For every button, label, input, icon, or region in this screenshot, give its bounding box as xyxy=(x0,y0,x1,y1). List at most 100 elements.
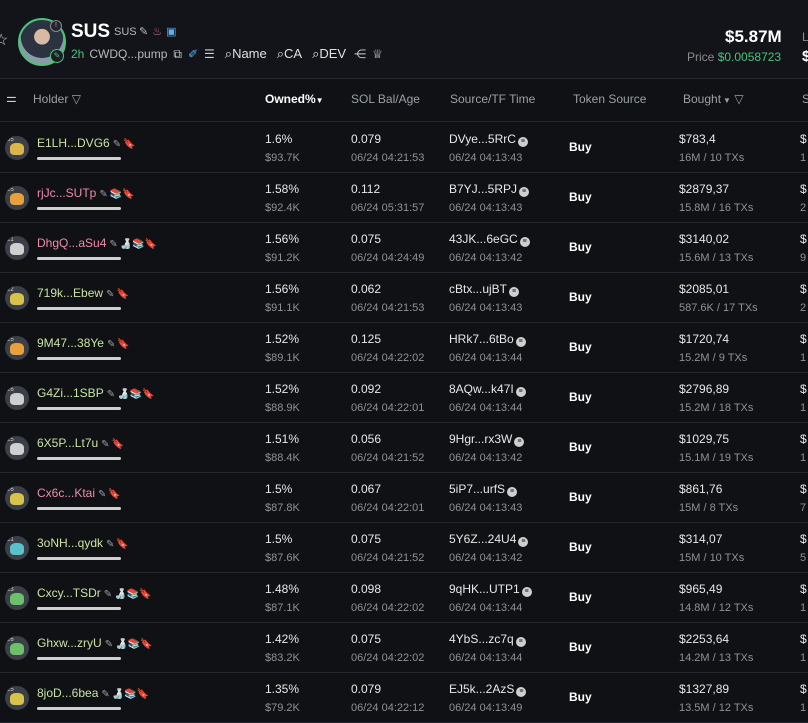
bought-amount: 587.6K / 17 TXs xyxy=(679,302,758,314)
search-dev-button[interactable]: ⌕DEV xyxy=(312,46,346,61)
table-row[interactable]: 21 DhgQ...aSu4 ✎ 🍶📚🔖 1.56% $91.2K 0.075 06/24 0… xyxy=(0,222,808,273)
holder-address[interactable]: G4Zi...1SBP ✎ 🍶📚🔖 xyxy=(37,386,154,400)
edit-icon[interactable]: ✎ xyxy=(106,539,114,550)
holder-address[interactable]: Cx6c...Ktai ✎ 🔖 xyxy=(37,486,121,500)
funding-source[interactable]: DVye...5RrC ≡ xyxy=(449,132,528,147)
funding-source-address: 9qHK...UTP1 xyxy=(449,582,520,596)
settings-sliders-icon[interactable]: ⚌ xyxy=(6,91,17,105)
source-column-header[interactable]: Source/TF Time xyxy=(450,92,535,106)
table-row[interactable]: 25 6X5P...Lt7u ✎ 🔖 1.51% $88.4K 0.056 06/24 04:… xyxy=(0,422,808,473)
contract-address[interactable]: CWDQ...pump xyxy=(89,47,167,61)
holder-address[interactable]: 6X5P...Lt7u ✎ 🔖 xyxy=(37,436,124,450)
table-row[interactable]: 26 G4Zi...1SBP ✎ 🍶📚🔖 1.52% $88.9K 0.092 06/24 0… xyxy=(0,372,808,423)
holder-address[interactable]: Ghxw...zryU ✎ 🍶📚🔖 xyxy=(37,636,152,650)
holder-tags-icon: 🔖 xyxy=(123,139,136,150)
pump-icon[interactable]: ✐ xyxy=(188,47,198,61)
rank-badge: 25 xyxy=(7,687,14,693)
edit-icon[interactable]: ✎ xyxy=(98,489,106,500)
table-row[interactable]: 25 rjJc...SUTp ✎ 📚🔖 1.58% $92.4K 0.112 06/24 05… xyxy=(0,172,808,223)
table-row[interactable]: 26 Ghxw...zryU ✎ 🍶📚🔖 1.42% $83.2K 0.075 06/24 0… xyxy=(0,622,808,673)
edit-icon[interactable]: ✎ xyxy=(101,439,109,450)
holder-avatar[interactable]: 26 xyxy=(5,636,29,660)
copy-icon[interactable]: ⧉ xyxy=(173,47,182,62)
table-row[interactable]: 26 Cx6c...Ktai ✎ 🔖 1.5% $87.8K 0.067 06/24 04:2… xyxy=(0,472,808,523)
price-value: $0.0058723 xyxy=(717,50,782,64)
share-icon[interactable]: ⋲ xyxy=(354,47,366,61)
owned-usd: $87.1K xyxy=(265,602,300,614)
holder-avatar[interactable]: 23 xyxy=(5,586,29,610)
bought-amount: 14.2M / 13 TXs xyxy=(679,652,754,664)
funding-source[interactable]: 5Y6Z...24U4 ≡ xyxy=(449,532,529,547)
menu-coin-icon[interactable]: ☰ xyxy=(204,47,215,61)
search-name-button[interactable]: ⌕Name xyxy=(225,46,267,61)
edit-icon[interactable]: ✎ xyxy=(104,589,112,600)
holder-address[interactable]: Cxcy...TSDr ✎ 🍶📚🔖 xyxy=(37,586,152,600)
holder-address[interactable]: rjJc...SUTp ✎ 📚🔖 xyxy=(37,186,135,200)
funding-source[interactable]: 9qHK...UTP1 ≡ xyxy=(449,582,532,597)
holder-avatar[interactable]: 25 xyxy=(5,686,29,710)
funding-source[interactable]: 43JK...6eGC ≡ xyxy=(449,232,530,247)
funding-source[interactable]: B7YJ...5RPJ ≡ xyxy=(449,182,530,197)
table-row[interactable]: 22 719k...Ebew ✎ 🔖 1.56% $91.1K 0.062 06/24 04:… xyxy=(0,272,808,323)
crown-icon[interactable]: ♕ xyxy=(372,47,383,61)
funding-source[interactable]: HRk7...6tBo ≡ xyxy=(449,332,526,347)
filter-icon[interactable]: ▽ xyxy=(72,92,81,106)
search-ca-button[interactable]: ⌕CA xyxy=(277,46,302,61)
holder-avatar[interactable]: 21 xyxy=(5,536,29,560)
table-row[interactable]: 23 Cxcy...TSDr ✎ 🍶📚🔖 1.48% $87.1K 0.098 06/24 0… xyxy=(0,572,808,623)
filter-icon[interactable]: ▽ xyxy=(734,92,743,106)
holder-address[interactable]: 8joD...6bea ✎ 🍶📚🔖 xyxy=(37,686,149,700)
holder-address[interactable]: 3oNH...qydk ✎ 🔖 xyxy=(37,536,129,550)
holder-address[interactable]: 719k...Ebew ✎ 🔖 xyxy=(37,286,129,300)
holder-column-header[interactable]: Holder ▽ xyxy=(33,92,81,106)
edit-icon[interactable]: ✎ xyxy=(107,339,115,350)
token-source-column-header[interactable]: Token Source xyxy=(573,92,646,106)
table-row[interactable]: 25 9M47...38Ye ✎ 🔖 1.52% $89.1K 0.125 06/24 04:… xyxy=(0,322,808,373)
owned-percent: 1.48% xyxy=(265,582,300,596)
table-header: ⚌ Holder ▽ Owned%▼ SOL Bal/Age Source/TF… xyxy=(0,79,808,122)
funding-time: 06/24 04:13:42 xyxy=(449,552,523,564)
funding-source[interactable]: EJ5k...2AzS ≡ xyxy=(449,682,527,697)
edit-icon[interactable]: ✎ xyxy=(99,189,107,200)
funding-source[interactable]: 8AQw...k47I ≡ xyxy=(449,382,526,397)
table-row[interactable]: 21 3oNH...qydk ✎ 🔖 1.5% $87.6K 0.075 06/24 04:2… xyxy=(0,522,808,573)
edit-icon[interactable]: ✎ xyxy=(105,639,113,650)
holder-avatar[interactable]: 22 xyxy=(5,286,29,310)
edit-icon[interactable]: ✎ xyxy=(106,289,114,300)
table-row[interactable]: 55 E1LH...DVG6 ✎ 🔖 1.6% $93.7K 0.079 06/24 04:2… xyxy=(0,122,808,173)
funding-source[interactable]: cBtx...ujBT ≡ xyxy=(449,282,520,297)
funding-source[interactable]: 4YbS...zc7q ≡ xyxy=(449,632,526,647)
table-row[interactable]: 25 8joD...6bea ✎ 🍶📚🔖 1.35% $79.2K 0.079 06/24 0… xyxy=(0,672,808,723)
owned-column-header[interactable]: Owned%▼ xyxy=(265,92,324,106)
sol-column-header[interactable]: SOL Bal/Age xyxy=(351,92,420,106)
flame-icon: ♨ xyxy=(152,26,163,38)
edit-icon[interactable]: ✎ xyxy=(109,239,117,250)
edit-icon[interactable]: ✎ xyxy=(139,26,148,38)
holder-avatar[interactable]: 21 xyxy=(5,236,29,260)
holder-address[interactable]: 9M47...38Ye ✎ 🔖 xyxy=(37,336,130,350)
owned-usd: $87.8K xyxy=(265,502,300,514)
bought-column-header[interactable]: Bought ▼ ▽ xyxy=(683,92,744,106)
holder-avatar[interactable]: 55 xyxy=(5,136,29,160)
holder-address[interactable]: DhgQ...aSu4 ✎ 🍶📚🔖 xyxy=(37,236,157,250)
edit-icon[interactable]: ✎ xyxy=(107,389,115,400)
holder-avatar[interactable]: 26 xyxy=(5,386,29,410)
funding-source[interactable]: 5iP7...urfS ≡ xyxy=(449,482,518,497)
funding-source[interactable]: 9Hgr...rx3W ≡ xyxy=(449,432,525,447)
token-name: SUS xyxy=(114,26,137,38)
holder-avatar[interactable]: 25 xyxy=(5,336,29,360)
edit-icon[interactable]: ✎ xyxy=(113,139,121,150)
star-icon[interactable]: ☆ xyxy=(0,30,8,50)
avatar-face xyxy=(10,593,24,605)
holder-avatar[interactable]: 26 xyxy=(5,486,29,510)
holder-tags-icon: 🍶📚🔖 xyxy=(114,589,152,600)
holder-address[interactable]: E1LH...DVG6 ✎ 🔖 xyxy=(37,136,136,150)
cut-label-top: L xyxy=(802,30,808,44)
holder-avatar[interactable]: 25 xyxy=(5,186,29,210)
info-icon[interactable]: ! xyxy=(50,20,62,32)
edit-icon[interactable]: ✎ xyxy=(101,689,109,700)
funding-time: 06/24 04:13:43 xyxy=(449,302,523,314)
coin-icon: ≡ xyxy=(519,237,530,247)
avatar-face xyxy=(10,193,24,205)
holder-avatar[interactable]: 25 xyxy=(5,436,29,460)
